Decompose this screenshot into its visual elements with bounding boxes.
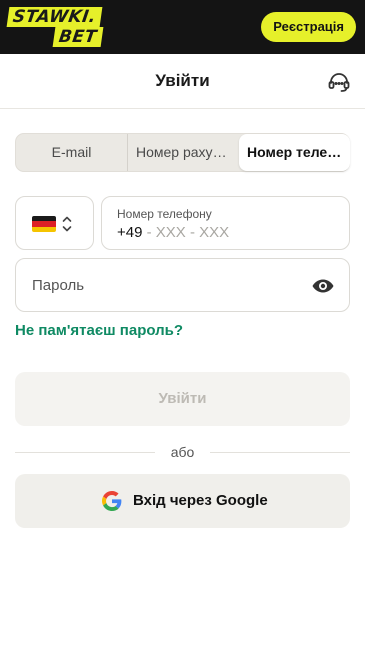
- phone-input[interactable]: Номер телефону +49 - XXX - XXX: [101, 196, 350, 250]
- germany-flag-icon: [32, 216, 56, 232]
- eye-icon[interactable]: [311, 275, 335, 297]
- chevron-updown-icon: [62, 216, 72, 232]
- password-placeholder: Пароль: [32, 277, 85, 294]
- phone-value: +49 - XXX - XXX: [117, 224, 229, 241]
- page-title: Увійти: [155, 71, 210, 90]
- top-bar: STAWKI. BET Реєстрація: [0, 0, 365, 54]
- phone-mask: - XXX - XXX: [142, 224, 230, 241]
- logo-line-1: STAWKI.: [6, 7, 103, 27]
- password-input[interactable]: Пароль: [15, 258, 350, 312]
- page-header: Увійти: [0, 54, 365, 109]
- forgot-password-link[interactable]: Не пам'ятаєш пароль?: [15, 322, 183, 339]
- tab-account-number[interactable]: Номер рахунку: [128, 134, 239, 171]
- phone-label: Номер телефону: [117, 207, 212, 221]
- headset-icon[interactable]: [327, 70, 351, 94]
- tab-phone-number[interactable]: Номер телефону: [239, 134, 350, 171]
- country-code-selector[interactable]: [15, 196, 94, 250]
- google-login-label: Вхід через Google: [133, 492, 268, 509]
- divider-line-right: [210, 452, 350, 453]
- login-method-tabs: E-mail Номер рахунку Номер телефону: [15, 133, 350, 172]
- tab-email[interactable]: E-mail: [16, 134, 128, 171]
- logo-line-2: BET: [52, 27, 104, 47]
- or-divider: або: [15, 444, 350, 460]
- register-button[interactable]: Реєстрація: [261, 12, 356, 42]
- google-icon: [102, 491, 122, 511]
- stawki-bet-logo[interactable]: STAWKI. BET: [6, 5, 120, 49]
- google-login-button[interactable]: Вхід через Google: [15, 474, 350, 528]
- phone-country-code: +49: [117, 224, 143, 241]
- login-button[interactable]: Увійти: [15, 372, 350, 426]
